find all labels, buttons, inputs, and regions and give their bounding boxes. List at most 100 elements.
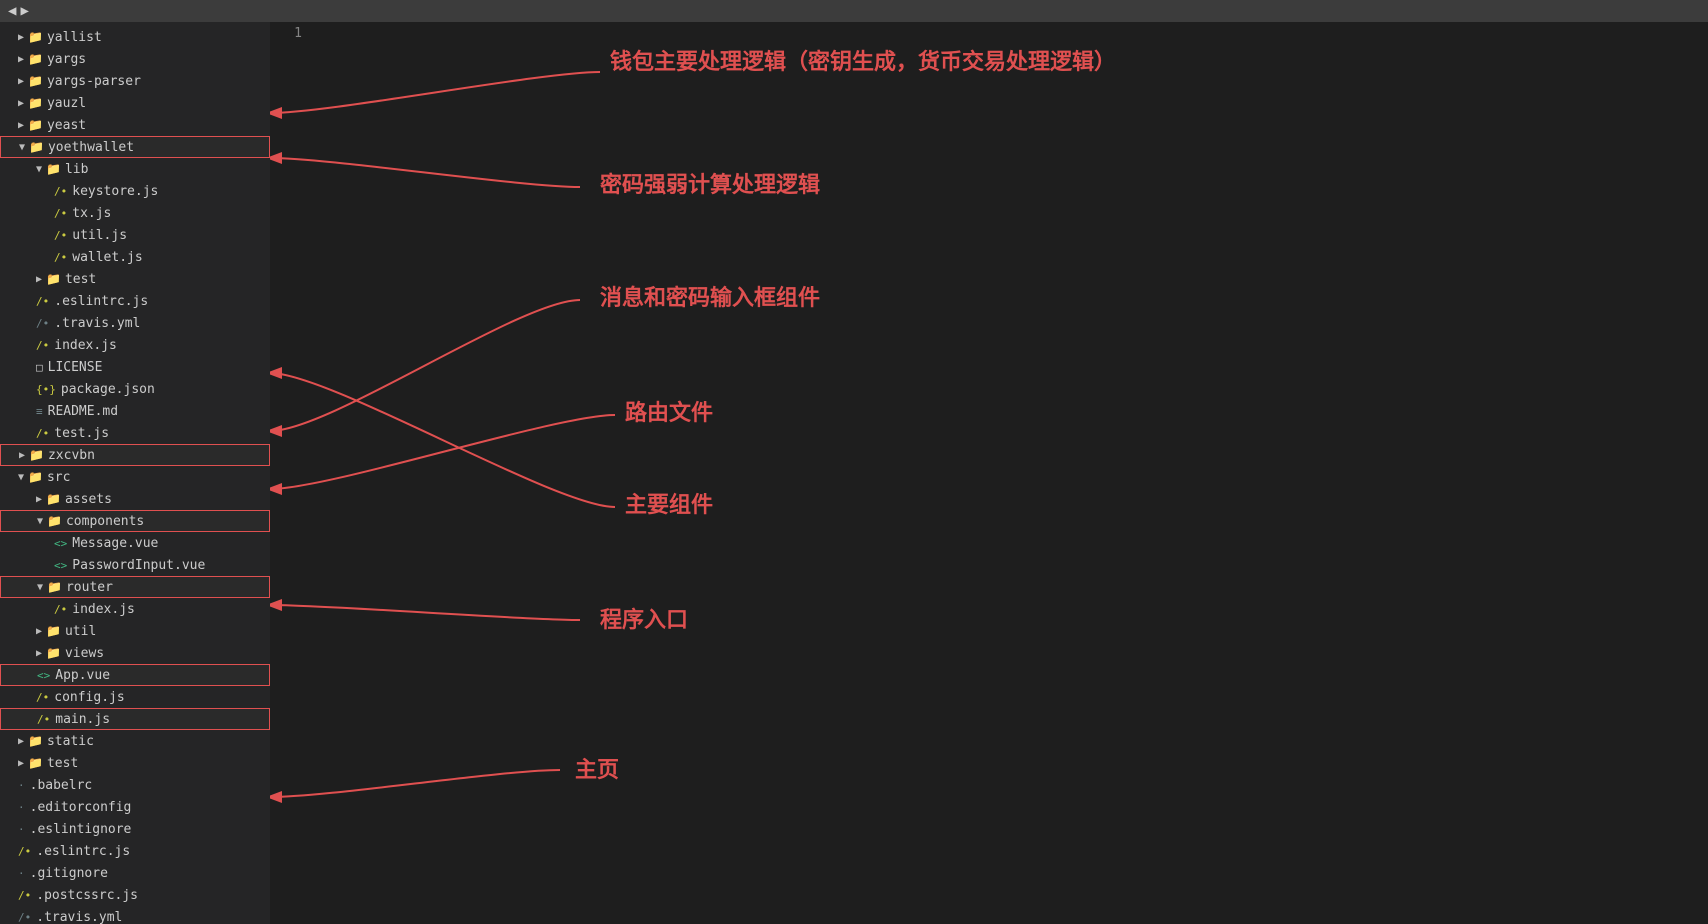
sidebar[interactable]: ▶📁yallist▶📁yargs▶📁yargs-parser▶📁yauzl▶📁y… bbox=[0, 22, 270, 924]
arrow-mainjs bbox=[270, 605, 580, 620]
item-label: .eslintrc.js bbox=[54, 294, 148, 309]
sidebar-item-keystore.js[interactable]: /•keystore.js bbox=[0, 180, 270, 202]
sidebar-item-yargs[interactable]: ▶📁yargs bbox=[0, 48, 270, 70]
item-label: yallist bbox=[47, 30, 102, 45]
sidebar-item-yauzl[interactable]: ▶📁yauzl bbox=[0, 92, 270, 114]
nav-arrows[interactable]: ◀ ▶ bbox=[8, 3, 29, 19]
sidebar-item-wallet.js[interactable]: /•wallet.js bbox=[0, 246, 270, 268]
sidebar-item-zxcvbn[interactable]: ▶📁zxcvbn bbox=[0, 444, 270, 466]
file-icon: □ bbox=[36, 361, 43, 374]
file-icon: /• bbox=[18, 889, 31, 902]
annotation-ann4: 路由文件 bbox=[625, 395, 713, 427]
file-icon: /• bbox=[18, 845, 31, 858]
sidebar-item-util.js[interactable]: /• util.js bbox=[0, 224, 270, 246]
sidebar-item-package.json[interactable]: {•}package.json bbox=[0, 378, 270, 400]
item-label: yargs-parser bbox=[47, 74, 141, 89]
item-label: test bbox=[65, 272, 96, 287]
arrow-icon: ▶ bbox=[18, 76, 24, 87]
sidebar-item-assets[interactable]: ▶📁assets bbox=[0, 488, 270, 510]
sidebar-item-components[interactable]: ▼📁components bbox=[0, 510, 270, 532]
file-icon: /• bbox=[36, 295, 49, 308]
file-icon: · bbox=[18, 801, 25, 814]
sidebar-item-yargs-parser[interactable]: ▶ 📁 yargs-parser bbox=[0, 70, 270, 92]
file-icon: ≡ bbox=[36, 405, 43, 418]
sidebar-item-README.md[interactable]: ≡ README.md bbox=[0, 400, 270, 422]
annotation-ann5: 主要组件 bbox=[625, 487, 713, 519]
item-label: assets bbox=[65, 492, 112, 507]
item-label: yeast bbox=[47, 118, 86, 133]
sidebar-item-yallist[interactable]: ▶📁yallist bbox=[0, 26, 270, 48]
folder-icon: 📁 bbox=[28, 470, 43, 484]
item-label: README.md bbox=[48, 404, 118, 419]
file-icon: /• bbox=[36, 339, 49, 352]
nav-back[interactable]: ◀ bbox=[8, 3, 16, 19]
item-label: yauzl bbox=[47, 96, 86, 111]
item-label: keystore.js bbox=[72, 184, 158, 199]
arrow-icon: ▶ bbox=[36, 648, 42, 659]
sidebar-item-config.js[interactable]: /•config.js bbox=[0, 686, 270, 708]
annotation-ann7: 主页 bbox=[575, 752, 619, 784]
arrow-icon: ▶ bbox=[36, 626, 42, 637]
item-label: Message.vue bbox=[72, 536, 158, 551]
sidebar-item-.postcssrc.js[interactable]: /• .postcssrc.js bbox=[0, 884, 270, 906]
file-icon: /• bbox=[54, 229, 67, 242]
line-number-1: 1 bbox=[270, 26, 302, 41]
item-label: main.js bbox=[55, 712, 110, 727]
sidebar-item-router-index.js[interactable]: /•index.js bbox=[0, 598, 270, 620]
sidebar-item-test-root[interactable]: ▶📁test bbox=[0, 752, 270, 774]
item-label: src bbox=[47, 470, 70, 485]
sidebar-item-.eslintignore[interactable]: ·.eslintignore bbox=[0, 818, 270, 840]
sidebar-item-tx.js[interactable]: /•tx.js bbox=[0, 202, 270, 224]
sidebar-item-.travis.yml[interactable]: /•.travis.yml bbox=[0, 312, 270, 334]
file-icon: /• bbox=[36, 317, 49, 330]
arrow-icon: ▶ bbox=[18, 758, 24, 769]
arrow-keystore bbox=[270, 158, 580, 187]
arrow-icon: ▶ bbox=[18, 98, 24, 109]
nav-forward[interactable]: ▶ bbox=[20, 3, 28, 19]
item-label: .gitignore bbox=[30, 866, 108, 881]
sidebar-item-static-folder[interactable]: ▶📁static bbox=[0, 730, 270, 752]
file-icon: · bbox=[18, 779, 25, 792]
sidebar-item-router[interactable]: ▼📁router bbox=[0, 576, 270, 598]
sidebar-item-.eslintrc.js-root[interactable]: /•.eslintrc.js bbox=[0, 840, 270, 862]
editor-area: 1 钱包主要处理逻辑（密钥生成，货币交易处理逻辑）密码强弱计算处理逻辑消息和密码… bbox=[270, 22, 1708, 924]
item-label: test bbox=[47, 756, 78, 771]
sidebar-item-.babelrc[interactable]: · .babelrc bbox=[0, 774, 270, 796]
sidebar-item-LICENSE[interactable]: □LICENSE bbox=[0, 356, 270, 378]
sidebar-item-src[interactable]: ▼📁src bbox=[0, 466, 270, 488]
arrow-yoethwallet bbox=[270, 72, 600, 113]
sidebar-item-yoethwallet[interactable]: ▼📁yoethwallet bbox=[0, 136, 270, 158]
sidebar-item-main.js[interactable]: /•main.js bbox=[0, 708, 270, 730]
sidebar-item-Message.vue[interactable]: <>Message.vue bbox=[0, 532, 270, 554]
arrow-zxcvbn bbox=[270, 373, 615, 507]
item-label: util.js bbox=[72, 228, 127, 243]
file-icon: /• bbox=[36, 691, 49, 704]
file-icon: /• bbox=[18, 911, 31, 924]
sidebar-item-.editorconfig[interactable]: ·.editorconfig bbox=[0, 796, 270, 818]
sidebar-item-index.js-root[interactable]: /•index.js bbox=[0, 334, 270, 356]
sidebar-item-.travis.yml-root[interactable]: /•.travis.yml bbox=[0, 906, 270, 924]
sidebar-item-App.vue[interactable]: <>App.vue bbox=[0, 664, 270, 686]
item-label: .eslintignore bbox=[30, 822, 132, 837]
sidebar-item-util-folder[interactable]: ▶📁util bbox=[0, 620, 270, 642]
sidebar-item-lib[interactable]: ▼📁lib bbox=[0, 158, 270, 180]
sidebar-item-PasswordInput.vue[interactable]: <>PasswordInput.vue bbox=[0, 554, 270, 576]
folder-icon: 📁 bbox=[28, 74, 43, 88]
annotation-ann2: 密码强弱计算处理逻辑 bbox=[600, 167, 820, 199]
item-label: index.js bbox=[72, 602, 135, 617]
sidebar-item-test.js[interactable]: /•test.js bbox=[0, 422, 270, 444]
sidebar-item-yeast[interactable]: ▶📁yeast bbox=[0, 114, 270, 136]
top-bar: ◀ ▶ bbox=[0, 0, 1708, 22]
folder-icon: 📁 bbox=[29, 140, 44, 154]
arrow-indexhtml bbox=[270, 770, 560, 797]
item-label: .babelrc bbox=[30, 778, 93, 793]
arrow-icon: ▶ bbox=[19, 450, 25, 461]
sidebar-item-.eslintrc.js[interactable]: /• .eslintrc.js bbox=[0, 290, 270, 312]
line-numbers: 1 bbox=[270, 22, 310, 41]
sidebar-item-views-folder[interactable]: ▶📁views bbox=[0, 642, 270, 664]
sidebar-item-test-folder[interactable]: ▶📁test bbox=[0, 268, 270, 290]
item-label: .postcssrc.js bbox=[36, 888, 138, 903]
arrow-icon: ▶ bbox=[36, 274, 42, 285]
sidebar-item-.gitignore[interactable]: ·.gitignore bbox=[0, 862, 270, 884]
folder-icon: 📁 bbox=[46, 624, 61, 638]
